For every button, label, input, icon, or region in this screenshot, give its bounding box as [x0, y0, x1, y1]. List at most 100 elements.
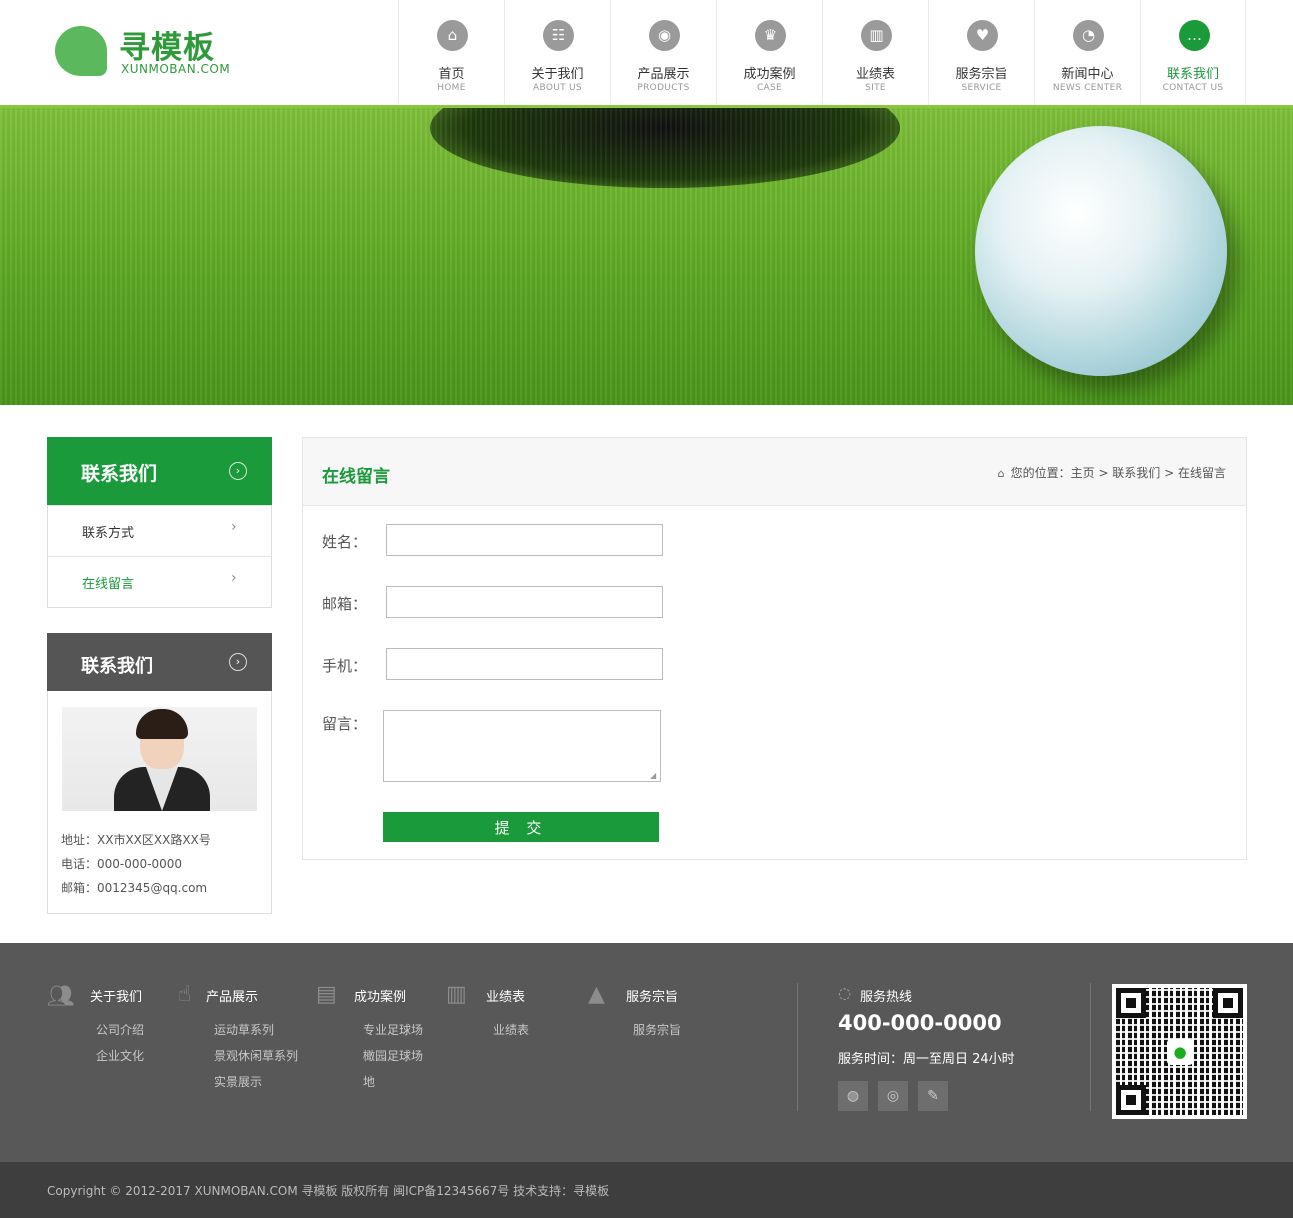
contact-address: 地址：XX市XX区XX路XX号	[61, 833, 211, 847]
nav-item-site[interactable]: ▥ 业绩表 SITE	[822, 0, 928, 105]
email-input[interactable]	[386, 586, 663, 618]
heart-hand-icon: ♥	[967, 20, 998, 51]
footer-divider	[797, 983, 798, 1111]
tencent-weibo-icon[interactable]: ✎	[918, 1081, 948, 1111]
nav-label: 产品展示	[637, 67, 690, 82]
sidebar-menu-title: 联系我们	[81, 463, 158, 485]
qr-finder	[1213, 988, 1243, 1018]
newspaper-icon: ▤	[316, 982, 337, 1007]
sidebar-contact-header: 联系我们 ›	[47, 633, 272, 691]
sidebar-contact-title: 联系我们	[81, 656, 153, 677]
footer-col-title[interactable]: 成功案例	[354, 986, 406, 1005]
page-title: 在线留言	[322, 467, 390, 487]
footer-link[interactable]: 业绩表	[493, 1021, 529, 1038]
weibo-icon[interactable]: ◎	[878, 1081, 908, 1111]
qr-finder	[1116, 1085, 1146, 1115]
users-icon: 👥︎	[47, 984, 75, 1009]
copyright-text: Copyright © 2012-2017 XUNMOBAN.COM 寻模板 版…	[47, 1184, 610, 1198]
panel-header: 在线留言 ⌂ 您的位置：主页 > 联系我们 > 在线留言	[303, 438, 1246, 506]
eye-icon: ◉	[649, 20, 680, 51]
chat-icon: …	[1179, 20, 1210, 51]
nav-label: 联系我们	[1166, 67, 1219, 82]
site-footer: 👥︎ 关于我们 公司介绍 企业文化 ☝ 产品展示 运动草系列 景观休闲草系列 实…	[0, 943, 1293, 1162]
sidebar-menu-header: 联系我们 ›	[47, 437, 272, 505]
hotline-title: 服务热线	[860, 990, 913, 1005]
name-input[interactable]	[386, 524, 663, 556]
nav-sublabel: NEWS CENTER	[1052, 83, 1123, 93]
golf-ball-image	[975, 126, 1227, 376]
nav-item-products[interactable]: ◉ 产品展示 PRODUCTS	[610, 0, 716, 105]
pointer-hand-icon: ☝	[178, 982, 192, 1007]
footer-col-title[interactable]: 业绩表	[486, 986, 525, 1005]
nav-item-about[interactable]: ☷ 关于我们 ABOUT US	[504, 0, 610, 105]
footer-link[interactable]: 景观休闲草系列	[214, 1047, 298, 1064]
circle-arrow-icon: ›	[229, 653, 247, 671]
nav-sublabel: CONTACT US	[1162, 83, 1224, 93]
resize-grip-icon[interactable]: ◢	[650, 771, 656, 780]
name-label: 姓名：	[322, 533, 368, 551]
sidebar-contact-card: 联系我们 › 地址：XX市XX区XX路XX号 电话：000-000-0000 邮…	[47, 633, 272, 914]
submit-button[interactable]: 提 交	[383, 812, 659, 842]
sidebar-menu: 联系我们 › 联系方式 › 在线留言 ›	[47, 437, 272, 608]
rss-icon: ◔	[1073, 20, 1104, 51]
footer-col-title[interactable]: 服务宗旨	[626, 986, 678, 1005]
hotline-number: 400-000-0000	[838, 1011, 1002, 1035]
books-icon: ▥	[446, 982, 467, 1007]
sidebar-item-label: 联系方式	[82, 526, 135, 541]
nav-item-contact[interactable]: … 联系我们 CONTACT US	[1140, 0, 1246, 105]
crown-icon: ♛	[755, 20, 786, 51]
footer-col-title[interactable]: 关于我们	[90, 986, 142, 1005]
contact-email: 邮箱：0012345@qq.com	[61, 881, 208, 895]
footer-link[interactable]: 橄园足球场	[363, 1047, 423, 1064]
logo-domain: XUNMOBAN.COM	[121, 62, 231, 76]
nav-label: 新闻中心	[1061, 67, 1114, 82]
bar-chart-icon: ▥	[861, 20, 892, 51]
contact-phone: 电话：000-000-0000	[61, 857, 183, 871]
main-nav: ⌂ 首页 HOME ☷ 关于我们 ABOUT US ◉ 产品展示 PRODUCT…	[398, 0, 1246, 105]
tree-icon: ▲	[588, 982, 605, 1007]
agent-hair-shape	[136, 709, 188, 739]
team-icon: ☷	[543, 20, 574, 51]
footer-link[interactable]: 公司介绍	[96, 1021, 144, 1038]
speech-bubble-icon: ◌	[838, 984, 852, 1002]
wechat-logo-icon: ●	[1167, 1039, 1193, 1065]
footer-link[interactable]: 专业足球场	[363, 1021, 423, 1038]
phone-input[interactable]	[386, 648, 663, 680]
site-header: 寻模板 XUNMOBAN.COM ⌂ 首页 HOME ☷ 关于我们 ABOUT …	[0, 0, 1293, 108]
nav-label: 关于我们	[531, 67, 584, 82]
logo-speech-bubble-icon	[55, 26, 107, 76]
nav-sublabel: SITE	[865, 83, 886, 93]
bank-icon: ⌂	[437, 20, 468, 51]
breadcrumb-text[interactable]: 您的位置：主页 > 联系我们 > 在线留言	[1011, 466, 1226, 480]
footer-link[interactable]: 服务宗旨	[633, 1021, 681, 1038]
logo-name: 寻模板	[119, 30, 215, 66]
footer-link[interactable]: 地	[363, 1073, 375, 1090]
footer-divider	[1090, 983, 1091, 1111]
nav-sublabel: CASE	[756, 83, 783, 93]
footer-col-title[interactable]: 产品展示	[206, 986, 258, 1005]
nav-item-case[interactable]: ♛ 成功案例 CASE	[716, 0, 822, 105]
nav-item-home[interactable]: ⌂ 首页 HOME	[398, 0, 504, 105]
phone-label: 手机：	[322, 657, 368, 675]
footer-link[interactable]: 企业文化	[96, 1047, 144, 1064]
footer-link[interactable]: 运动草系列	[214, 1021, 274, 1038]
wechat-qr-code: ●	[1112, 984, 1247, 1119]
sidebar-item-online-message[interactable]: 在线留言 ›	[48, 556, 271, 607]
qr-pattern: ●	[1116, 988, 1243, 1115]
nav-item-service[interactable]: ♥ 服务宗旨 SERVICE	[928, 0, 1034, 105]
nav-item-news[interactable]: ◔ 新闻中心 NEWS CENTER	[1034, 0, 1140, 105]
nav-sublabel: HOME	[437, 83, 466, 93]
breadcrumb: ⌂ 您的位置：主页 > 联系我们 > 在线留言	[998, 464, 1226, 481]
site-logo[interactable]: 寻模板 XUNMOBAN.COM	[55, 24, 255, 80]
sidebar-item-contact-info[interactable]: 联系方式 ›	[48, 505, 271, 556]
nav-label: 服务宗旨	[955, 67, 1008, 82]
nav-sublabel: PRODUCTS	[637, 83, 690, 93]
message-label: 留言：	[322, 715, 368, 733]
message-textarea[interactable]	[383, 710, 661, 782]
message-panel: 在线留言 ⌂ 您的位置：主页 > 联系我们 > 在线留言 姓名： 邮箱： 手机： …	[302, 437, 1247, 860]
wechat-icon[interactable]: ◍	[838, 1081, 868, 1111]
customer-service-photo	[62, 707, 257, 811]
footer-link[interactable]: 实景展示	[214, 1073, 262, 1090]
hero-banner	[0, 108, 1293, 405]
chevron-right-icon: ›	[231, 570, 237, 586]
